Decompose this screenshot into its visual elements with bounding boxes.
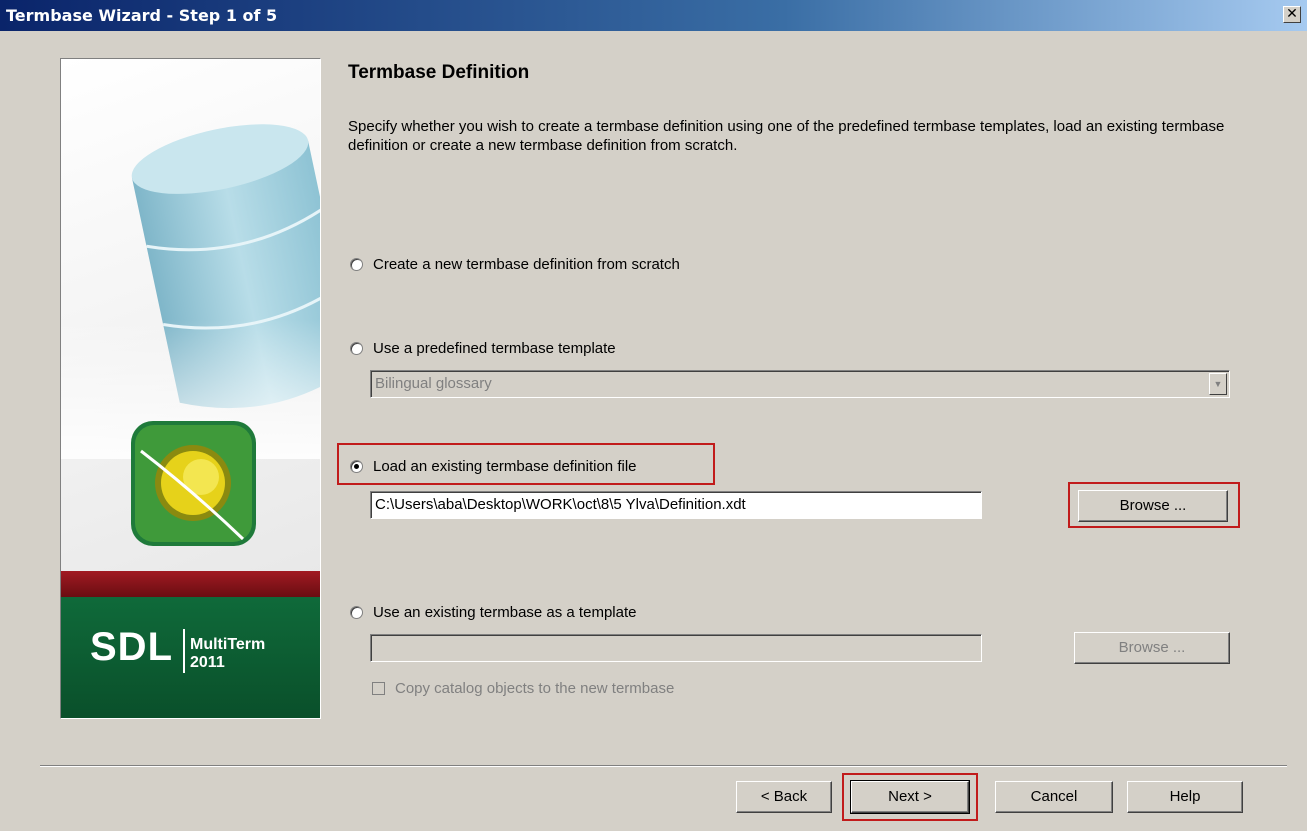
product-name: MultiTerm <box>190 636 266 653</box>
radio-icon <box>350 258 363 271</box>
highlight-load-existing <box>337 443 715 485</box>
page-title: Termbase Definition <box>348 62 530 83</box>
database-cylinder-icon <box>61 124 320 546</box>
close-icon[interactable]: ✕ <box>1283 6 1301 23</box>
wizard-side-image <box>60 58 321 719</box>
definition-file-path-input[interactable]: C:\Users\aba\Desktop\WORK\oct\8\5 Ylva\D… <box>370 491 982 519</box>
template-dropdown-value: Bilingual glossary <box>375 375 492 392</box>
radio-icon <box>350 606 363 619</box>
existing-termbase-input[interactable] <box>370 634 982 662</box>
highlight-next-button <box>842 773 978 821</box>
product-year: 2011 <box>190 654 225 671</box>
title-bar: Termbase Wizard - Step 1 of 5 ✕ <box>0 0 1307 31</box>
radio-predefined-template[interactable]: Use a predefined termbase template <box>350 340 616 357</box>
brand-red-band <box>61 571 320 597</box>
chevron-down-icon[interactable]: ▼ <box>1209 373 1227 395</box>
template-dropdown[interactable]: Bilingual glossary ▼ <box>370 370 1230 398</box>
page-description: Specify whether you wish to create a ter… <box>348 118 1225 154</box>
checkbox-icon <box>372 682 385 695</box>
radio-existing-termbase[interactable]: Use an existing termbase as a template <box>350 604 636 621</box>
radio-create-new[interactable]: Create a new termbase definition from sc… <box>350 256 680 273</box>
radio-predefined-label: Use a predefined termbase template <box>373 340 616 357</box>
back-button[interactable]: < Back <box>736 781 832 813</box>
cancel-button[interactable]: Cancel <box>995 781 1113 813</box>
radio-existing-termbase-label: Use an existing termbase as a template <box>373 604 637 621</box>
browse-termbase-button[interactable]: Browse ... <box>1074 632 1230 664</box>
radio-icon <box>350 342 363 355</box>
help-button[interactable]: Help <box>1127 781 1243 813</box>
radio-create-new-label: Create a new termbase definition from sc… <box>373 256 680 273</box>
footer-separator <box>40 765 1287 767</box>
highlight-browse-button <box>1068 482 1240 528</box>
logo-divider <box>183 629 185 673</box>
window-title: Termbase Wizard - Step 1 of 5 <box>6 6 278 25</box>
copy-catalog-label: Copy catalog objects to the new termbase <box>395 680 675 697</box>
copy-catalog-checkbox[interactable]: Copy catalog objects to the new termbase <box>372 680 674 697</box>
sdl-logo: SDL <box>90 625 173 669</box>
